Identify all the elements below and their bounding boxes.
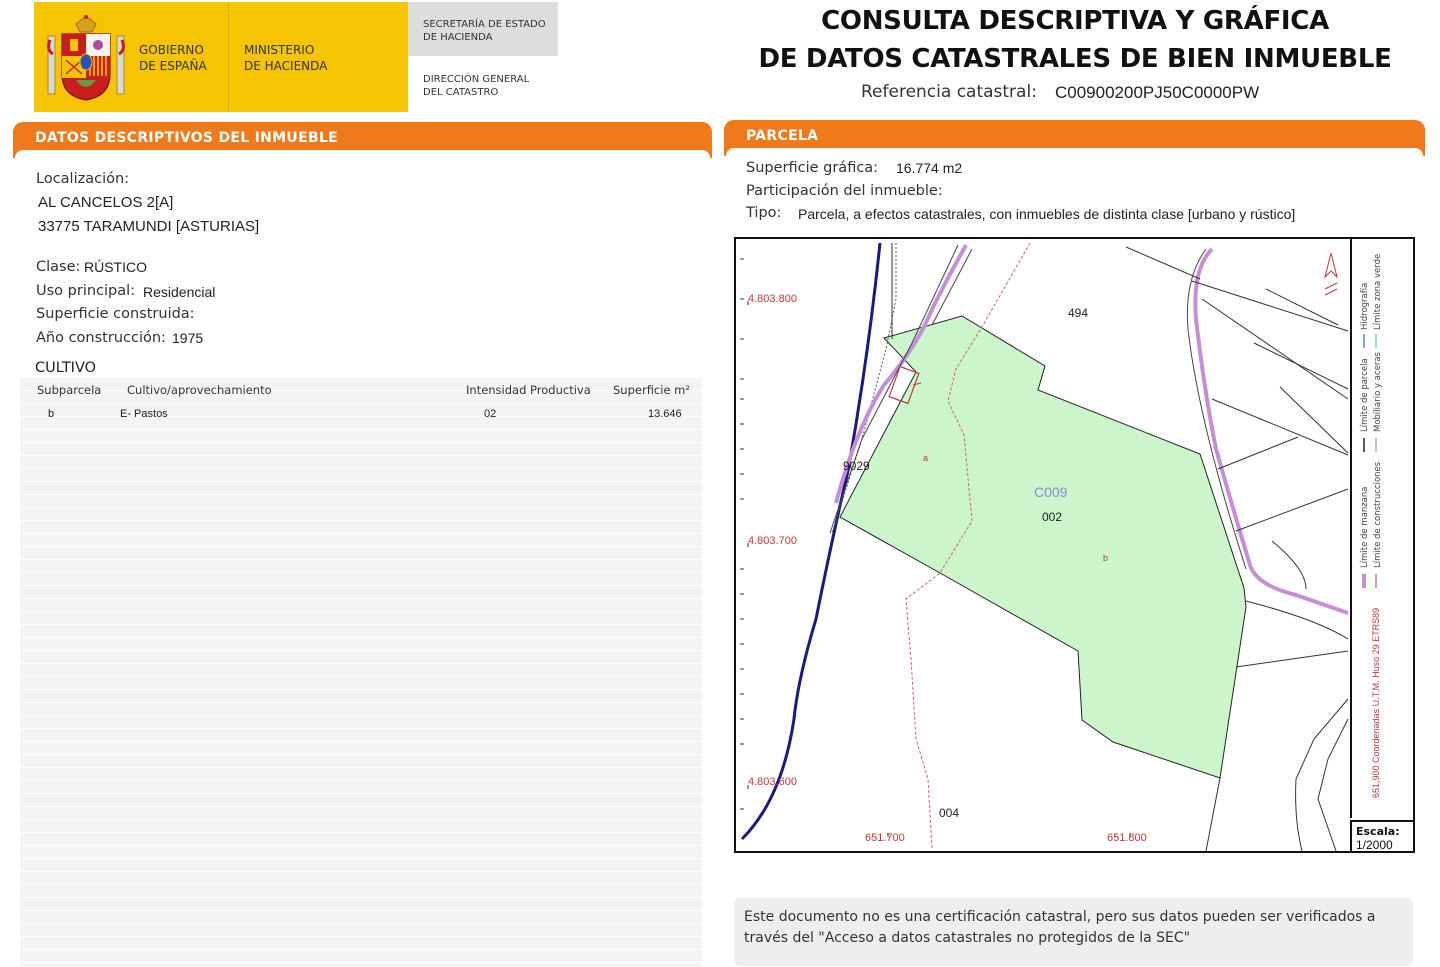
- parcel-line: [1235, 650, 1349, 668]
- superficie-construida-label: Superficie construida:: [36, 306, 195, 322]
- parcel-line: [1279, 386, 1349, 454]
- north-arrow-icon: [1324, 252, 1338, 279]
- col-header-cultivo: Cultivo/aprovechamiento: [127, 383, 272, 397]
- clase-value: RÚSTICO: [84, 259, 147, 275]
- col-header-subparcela: Subparcela: [37, 383, 102, 397]
- ministry-line1: MINISTERIO: [244, 43, 315, 57]
- parcel-line: [1201, 298, 1349, 400]
- legend-hydrography: Hidrografía: [1360, 283, 1370, 330]
- localizacion-label: Localización:: [36, 171, 130, 187]
- parcela-section-title: PARCELA: [746, 128, 819, 144]
- parcel-line: [1235, 488, 1349, 532]
- coat-of-arms-icon: [47, 15, 125, 101]
- block-label-c009: C009: [1034, 484, 1068, 500]
- y-coord-label: 4.803.800: [748, 293, 797, 305]
- legend-block-limit: Límite de manzana: [1360, 487, 1370, 568]
- parcela-section-header: PARCELA: [724, 120, 1425, 156]
- participacion-label: Participación del inmueble:: [746, 183, 943, 199]
- x-coord-label: 651.800: [1107, 832, 1147, 844]
- anio-label: Año construcción:: [36, 330, 166, 346]
- cadastral-ref-label: Referencia catastral:: [861, 82, 1037, 102]
- parcel-line: [1317, 718, 1349, 851]
- descriptive-section-header: DATOS DESCRIPTIVOS DEL INMUEBLE: [13, 122, 712, 158]
- scale-box: Escala: 1/2000: [1350, 820, 1414, 852]
- ministry-line2: DE HACIENDA: [244, 59, 328, 73]
- parcel-line: [1295, 698, 1349, 851]
- descriptive-section-title: DATOS DESCRIPTIVOS DEL INMUEBLE: [35, 130, 338, 146]
- legend-construction-limit: Límite de construcciones: [1373, 461, 1383, 568]
- address-line2: 33775 TARAMUNDI [ASTURIAS]: [38, 218, 260, 235]
- anio-value: 1975: [172, 330, 204, 346]
- subparcel-label-a: a: [923, 453, 928, 463]
- parcel-line: [1205, 777, 1221, 851]
- scale-label: Escala:: [1356, 825, 1400, 838]
- gov-line2: DE ESPAÑA: [139, 59, 207, 73]
- directorate-line1: DIRECCIÓN GENERAL: [423, 74, 530, 85]
- y-coord-label: 4.803.600: [748, 776, 797, 788]
- directorate-line2: DEL CATASTRO: [423, 87, 499, 98]
- tipo-value: Parcela, a efectos catastrales, con inmu…: [798, 206, 1296, 222]
- y-coord-label: 4.803.700: [748, 535, 797, 547]
- cadastral-map[interactable]: 4.803.800 4.803.700 4.803.600 651.700 65…: [734, 237, 1415, 853]
- cultivo-title: CULTIVO: [35, 360, 97, 376]
- col-header-superficie: Superficie m²: [613, 383, 690, 397]
- cadastral-ref-value: C00900200PJ50C0000PW: [1055, 83, 1260, 102]
- parcel-label-002: 002: [1042, 510, 1062, 524]
- map-legend: Hidrografía Límite de parcela Límite de …: [1350, 238, 1414, 818]
- legend-parcel-limit: Límite de parcela: [1360, 358, 1370, 432]
- parcel-line: [1253, 342, 1349, 390]
- tipo-label: Tipo:: [746, 205, 782, 221]
- parcel-line: [1271, 540, 1307, 590]
- coordinate-system-note: 651,900 Coordenadas U.T.M. Huso 29 ETRS8…: [1371, 608, 1381, 798]
- disclaimer-line2: través del "Acceso a datos catastrales n…: [744, 930, 1191, 946]
- map-drawing: 4.803.800 4.803.700 4.803.600 651.700 65…: [740, 242, 1349, 851]
- legend-drawing: Hidrografía Límite de parcela Límite de …: [1360, 254, 1383, 798]
- address-line1: AL CANCELOS 2[A]: [38, 194, 174, 211]
- section-header-curve: [15, 150, 710, 158]
- superficie-grafica-value: 16.774 m2: [896, 160, 963, 176]
- document-title: CONSULTA DESCRIPTIVA Y GRÁFICA DE DATOS …: [720, 2, 1430, 78]
- parcel-c009-polygon: [839, 315, 1247, 779]
- parcel-label-494: 494: [1068, 306, 1088, 320]
- uso-label: Uso principal:: [36, 283, 136, 299]
- title-line2: DE DATOS CATASTRALES DE BIEN INMUEBLE: [758, 44, 1392, 74]
- cell-cultivo: E- Pastos: [120, 408, 168, 420]
- cell-superficie: 13.646: [648, 408, 682, 420]
- parcel-line: [1125, 246, 1201, 280]
- secretary-line1: SECRETARÍA DE ESTADO: [423, 19, 546, 30]
- scale-value: 1/2000: [1356, 838, 1393, 852]
- cultivo-table: Subparcela Cultivo/aprovechamiento Inten…: [20, 378, 702, 967]
- clase-label: Clase:: [36, 259, 81, 275]
- legend-green-zone: Límite zona verde: [1373, 254, 1383, 330]
- section-header-curve: [726, 148, 1423, 156]
- cell-subparcela: b: [48, 408, 55, 420]
- subparcel-label-b: b: [1103, 553, 1108, 563]
- disclaimer-line1: Este documento no es una certificación c…: [744, 909, 1376, 925]
- secretary-line2: DE HACIENDA: [423, 32, 493, 43]
- superficie-grafica-label: Superficie gráfica:: [746, 160, 879, 176]
- gov-line1: GOBIERNO: [139, 43, 204, 57]
- government-header: GOBIERNO DE ESPAÑA MINISTERIO DE HACIEND…: [34, 2, 558, 112]
- parcel-line: [1217, 436, 1299, 470]
- parcel-label-004: 004: [939, 806, 959, 820]
- parcel-line: [1211, 398, 1349, 456]
- uso-value: Residencial: [143, 284, 216, 300]
- title-line1: CONSULTA DESCRIPTIVA Y GRÁFICA: [821, 6, 1329, 36]
- x-coord-label: 651.700: [865, 832, 905, 844]
- disclaimer-box: Este documento no es una certificación c…: [734, 898, 1413, 966]
- parcel-line: [1191, 280, 1349, 332]
- north-arrow-icon: [1324, 282, 1338, 296]
- cell-intensidad: 02: [484, 408, 497, 420]
- legend-street-furniture: Mobiliario y aceras: [1373, 351, 1383, 432]
- parcel-label-9029: 9029: [843, 459, 870, 473]
- logo-divider: [228, 2, 229, 112]
- col-header-intensidad: Intensidad Productiva: [466, 383, 591, 397]
